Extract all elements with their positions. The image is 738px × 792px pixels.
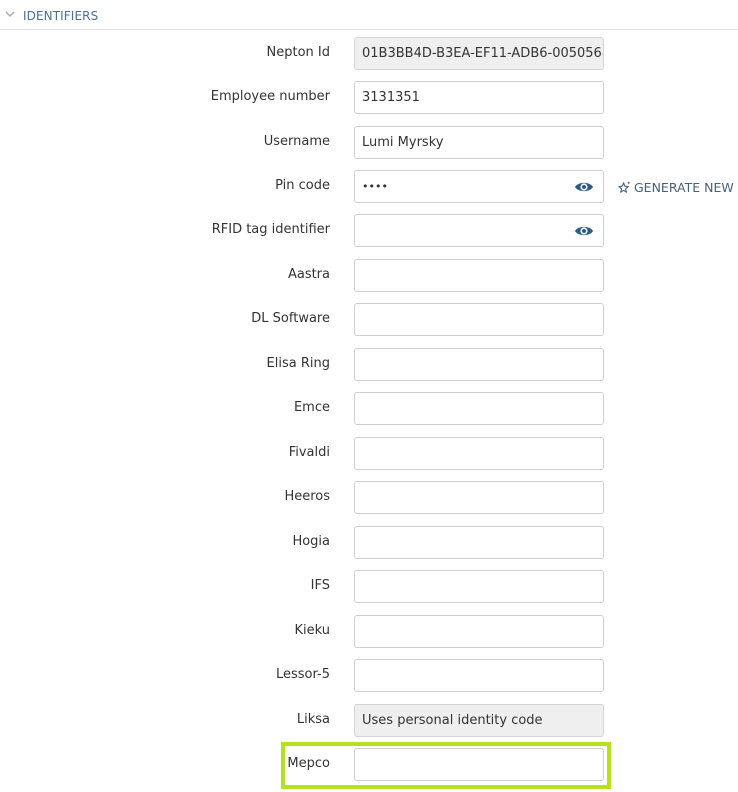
heeros-input[interactable] bbox=[354, 481, 604, 514]
ifs-input[interactable] bbox=[354, 570, 604, 603]
section-title: IDENTIFIERS bbox=[23, 9, 99, 23]
lessor-5-input[interactable] bbox=[354, 659, 604, 692]
generate-new-button[interactable]: GENERATE NEW bbox=[617, 178, 734, 196]
highlight-box bbox=[281, 742, 611, 789]
form-row-liksa: Liksa Uses personal identity code bbox=[0, 704, 738, 737]
form-row-employee-number: Employee number 3131351 bbox=[0, 81, 738, 114]
field-value: •••• bbox=[362, 180, 388, 193]
fivaldi-input[interactable] bbox=[354, 437, 604, 470]
pin-code-input[interactable]: •••• bbox=[354, 170, 604, 203]
field-label: Elisa Ring bbox=[266, 356, 330, 371]
sparkle-star-icon bbox=[618, 180, 631, 193]
kieku-input[interactable] bbox=[354, 615, 604, 648]
form-row-emce: Emce bbox=[0, 392, 738, 425]
section-header-identifiers[interactable]: IDENTIFIERS bbox=[0, 0, 738, 30]
aastra-input[interactable] bbox=[354, 259, 604, 292]
eye-icon[interactable] bbox=[574, 179, 594, 195]
form-row-aastra: Aastra bbox=[0, 259, 738, 292]
form-row-fivaldi: Fivaldi bbox=[0, 437, 738, 470]
generate-new-label: GENERATE NEW bbox=[634, 179, 734, 195]
field-label: Username bbox=[263, 134, 330, 149]
form-row-lessor-5: Lessor-5 bbox=[0, 659, 738, 692]
field-value: Lumi Myrsky bbox=[362, 135, 444, 150]
dl-software-input[interactable] bbox=[354, 303, 604, 336]
elisa-ring-input[interactable] bbox=[354, 348, 604, 381]
field-label: RFID tag identifier bbox=[211, 222, 330, 237]
field-value: Uses personal identity code bbox=[362, 713, 543, 728]
form-row-nepton-id: Nepton Id 01B3BB4D-B3EA-EF11-ADB6-005056… bbox=[0, 37, 738, 70]
field-label: Emce bbox=[293, 400, 330, 415]
eye-icon[interactable] bbox=[574, 223, 594, 239]
employee-number-input[interactable]: 3131351 bbox=[354, 81, 604, 114]
form-row-pin-code: Pin code •••• GENERATE NEW bbox=[0, 170, 738, 203]
form-row-rfid-tag: RFID tag identifier bbox=[0, 214, 738, 247]
field-label: Aastra bbox=[287, 267, 330, 282]
field-label: Nepton Id bbox=[266, 45, 330, 60]
field-label: Fivaldi bbox=[288, 445, 330, 460]
field-label: Pin code bbox=[275, 178, 330, 193]
field-label: Hogia bbox=[292, 534, 330, 549]
hogia-input[interactable] bbox=[354, 526, 604, 559]
form-row-elisa-ring: Elisa Ring bbox=[0, 348, 738, 381]
username-input[interactable]: Lumi Myrsky bbox=[354, 126, 604, 159]
field-label: Employee number bbox=[210, 89, 330, 104]
form-row-username: Username Lumi Myrsky bbox=[0, 126, 738, 159]
rfid-tag-input[interactable] bbox=[354, 214, 604, 247]
form-row-dl-software: DL Software bbox=[0, 303, 738, 336]
form-row-ifs: IFS bbox=[0, 570, 738, 603]
form-row-hogia: Hogia bbox=[0, 526, 738, 559]
liksa-field[interactable]: Uses personal identity code bbox=[354, 704, 604, 737]
form-row-heeros: Heeros bbox=[0, 481, 738, 514]
form-row-kieku: Kieku bbox=[0, 615, 738, 648]
field-label: Lessor-5 bbox=[276, 667, 330, 682]
field-value: 3131351 bbox=[362, 90, 420, 105]
field-label: DL Software bbox=[251, 311, 330, 326]
field-label: Liksa bbox=[296, 712, 330, 727]
emce-input[interactable] bbox=[354, 392, 604, 425]
field-value: 01B3BB4D-B3EA-EF11-ADB6-0050568A19E bbox=[362, 46, 603, 61]
chevron-down-icon[interactable] bbox=[4, 8, 16, 20]
nepton-id-field[interactable]: 01B3BB4D-B3EA-EF11-ADB6-0050568A19E bbox=[354, 37, 604, 70]
field-label: IFS bbox=[310, 578, 330, 593]
field-label: Heeros bbox=[284, 489, 330, 504]
field-label: Kieku bbox=[294, 623, 330, 638]
